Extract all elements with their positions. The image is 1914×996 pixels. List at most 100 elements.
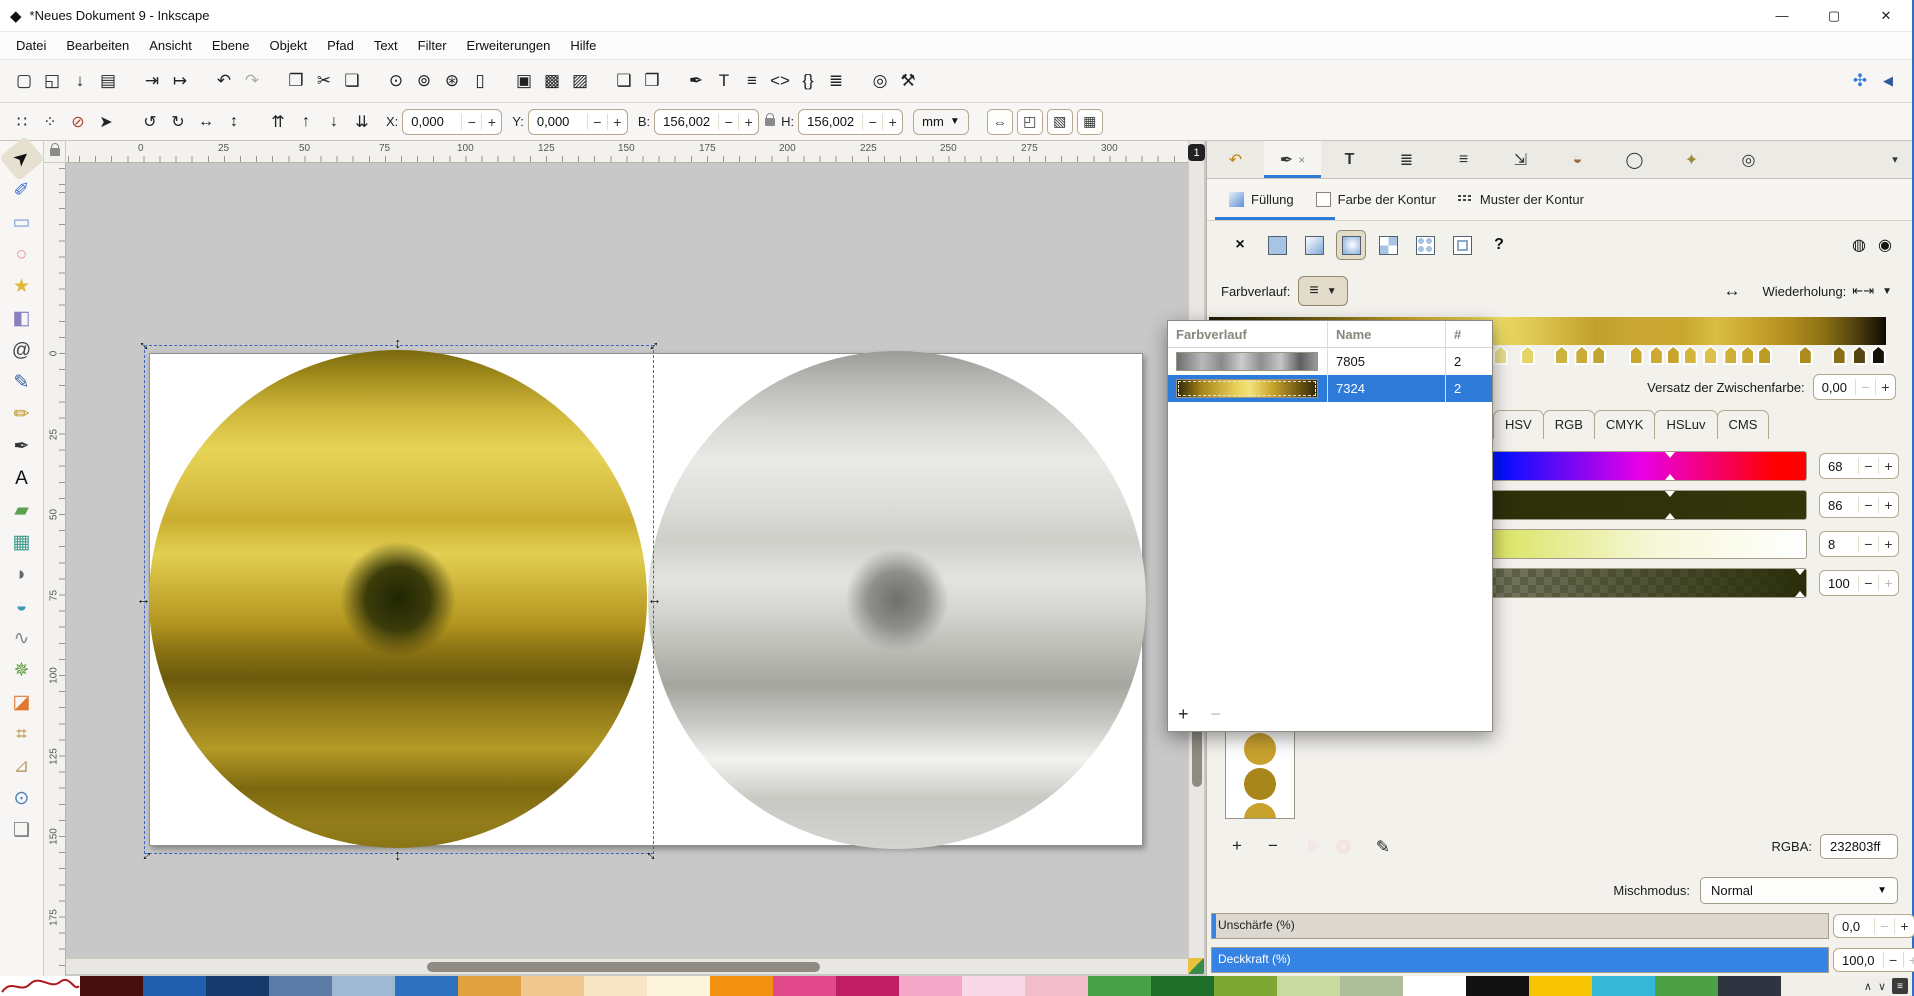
gradient-list-row-selected[interactable]: 7324 2 — [1168, 375, 1492, 402]
fill-radial-gradient-button[interactable] — [1336, 230, 1366, 260]
lock-ratio-icon[interactable] — [765, 118, 775, 126]
text-tool[interactable]: A — [5, 463, 39, 494]
gold-gradient-circle[interactable] — [149, 350, 647, 848]
scale-handle-top-right[interactable]: ↔ — [642, 334, 663, 355]
pencil-tool[interactable]: ✏ — [5, 399, 39, 430]
subtab-fill[interactable]: Füllung — [1229, 192, 1294, 207]
gradient-stop-marker[interactable] — [1757, 345, 1772, 365]
fill-rule-evenodd-icon[interactable]: ◍ — [1846, 232, 1872, 258]
eraser-tool[interactable]: ◪ — [5, 687, 39, 718]
duplicate-icon[interactable]: ▣ — [510, 67, 538, 95]
horizontal-scrollbar-thumb[interactable] — [427, 962, 820, 972]
clone-icon[interactable]: ▩ — [538, 67, 566, 95]
palette-swatch[interactable] — [584, 976, 647, 996]
gradient-stop-marker[interactable] — [1493, 345, 1508, 365]
tab-layers[interactable]: ≡ — [1435, 141, 1492, 178]
export-icon[interactable]: ↦ — [166, 67, 194, 95]
color-space-tab[interactable]: CMS — [1717, 410, 1770, 439]
raise-icon[interactable]: ↑ — [292, 108, 320, 136]
palette-swatch[interactable] — [1592, 976, 1655, 996]
color-wheel-icon[interactable] — [1301, 833, 1329, 859]
tab-fill-stroke[interactable]: ✒× — [1264, 141, 1321, 178]
alpha-input[interactable]: 100 −+ — [1819, 570, 1899, 596]
stop-color-swatch[interactable] — [1244, 768, 1276, 800]
lock-guides-icon[interactable] — [50, 148, 60, 156]
palette-swatch[interactable] — [80, 976, 143, 996]
stop-color-swatch[interactable] — [1244, 803, 1276, 819]
fill-flat-button[interactable] — [1262, 230, 1292, 260]
menu-item[interactable]: Erweiterungen — [457, 34, 561, 57]
repeat-mode-button[interactable]: ⇤⇥ ▼ — [1846, 276, 1898, 306]
y-decrement[interactable]: − — [587, 114, 607, 130]
select-all-icon[interactable]: ∷ — [8, 108, 36, 136]
new-document-icon[interactable]: ▢ — [10, 67, 38, 95]
palette-swatch[interactable] — [206, 976, 269, 996]
ungroup-icon[interactable]: ❒ — [638, 67, 666, 95]
offset-increment[interactable]: + — [1875, 379, 1895, 395]
gray-gradient-circle[interactable] — [648, 351, 1146, 849]
fill-swatch-button[interactable] — [1410, 230, 1440, 260]
spiral-tool[interactable]: @ — [5, 335, 39, 366]
gradient-select-button[interactable]: ≡ ▼ — [1298, 276, 1347, 306]
palette-menu-icon[interactable]: ≡ — [1892, 978, 1908, 994]
swatch-ring-icon[interactable] — [1329, 833, 1357, 859]
minimize-button[interactable]: — — [1756, 0, 1808, 31]
gradient-stop-marker[interactable] — [1798, 345, 1813, 365]
x-increment[interactable]: + — [481, 114, 501, 130]
value-input[interactable]: 8 −+ — [1819, 531, 1899, 557]
selection-touch-icon[interactable]: ➤ — [92, 108, 120, 136]
palette-swatch[interactable] — [395, 976, 458, 996]
palette-swatch[interactable] — [1214, 976, 1277, 996]
add-stop-button[interactable]: + — [1223, 833, 1251, 859]
palette-swatch[interactable] — [962, 976, 1025, 996]
lower-icon[interactable]: ↓ — [320, 108, 348, 136]
palette-swatch[interactable] — [1025, 976, 1088, 996]
dropper-tool[interactable]: ◗ — [5, 559, 39, 590]
column-header-name[interactable]: Name — [1328, 321, 1446, 347]
gradient-stop-marker[interactable] — [1520, 345, 1535, 365]
flip-horizontal-icon[interactable]: ↔ — [192, 108, 220, 136]
gradient-stop-marker[interactable] — [1666, 345, 1681, 365]
maximize-button[interactable]: ▢ — [1808, 0, 1860, 31]
palette-swatch[interactable] — [1151, 976, 1214, 996]
menu-item[interactable]: Ansicht — [139, 34, 202, 57]
gradient-stop-marker[interactable] — [1871, 345, 1886, 365]
color-managed-view-icon[interactable] — [1188, 958, 1204, 974]
gradient-stop-marker[interactable] — [1703, 345, 1718, 365]
close-icon[interactable]: × — [1298, 153, 1305, 167]
pages-tool[interactable]: ❏ — [5, 815, 39, 846]
selector-tool[interactable]: ➤ — [0, 136, 44, 182]
blur-input[interactable]: 0,0 −+ — [1833, 914, 1914, 938]
palette-swatch[interactable] — [1466, 976, 1529, 996]
ellipse-tool[interactable]: ○ — [5, 239, 39, 270]
fill-none-button[interactable]: × — [1225, 230, 1255, 260]
palette-swatch[interactable] — [773, 976, 836, 996]
star-tool[interactable]: ★ — [5, 271, 39, 302]
palette-swatch[interactable] — [1340, 976, 1403, 996]
opacity-slider[interactable]: Deckkraft (%) — [1211, 947, 1829, 973]
palette-swatch[interactable] — [1655, 976, 1718, 996]
opacity-input[interactable]: 100,0 −+ — [1833, 948, 1914, 972]
color-space-tab[interactable]: HSV — [1493, 410, 1544, 439]
menu-item[interactable]: Filter — [408, 34, 457, 57]
redo-icon[interactable]: ↷ — [238, 67, 266, 95]
hue-input[interactable]: 68 −+ — [1819, 453, 1899, 479]
palette-scroll-down-icon[interactable]: ∨ — [1878, 980, 1886, 993]
fill-stroke-dialog-icon[interactable]: ✒ — [682, 67, 710, 95]
flip-vertical-icon[interactable]: ↕ — [220, 108, 248, 136]
subtab-stroke-style[interactable]: Muster der Kontur — [1458, 192, 1584, 207]
rotate-ccw-icon[interactable]: ↺ — [136, 108, 164, 136]
close-button[interactable]: ✕ — [1860, 0, 1912, 31]
gradient-stop-marker[interactable] — [1554, 345, 1569, 365]
spray-tool[interactable]: ✵ — [5, 655, 39, 686]
color-space-tab[interactable]: HSLuv — [1654, 410, 1717, 439]
stop-color-swatch[interactable] — [1244, 733, 1276, 765]
palette-swatch[interactable] — [710, 976, 773, 996]
connector-tool[interactable]: ⌗ — [5, 719, 39, 750]
tab-align[interactable]: ≣ — [1378, 141, 1435, 178]
menu-item[interactable]: Ebene — [202, 34, 260, 57]
height-input[interactable]: 156,002 −+ — [798, 109, 903, 135]
tab-text[interactable]: T — [1321, 141, 1378, 178]
scale-stroke-toggle[interactable]: ⇔ — [987, 109, 1013, 135]
xml-editor-icon[interactable]: <> — [766, 67, 794, 95]
